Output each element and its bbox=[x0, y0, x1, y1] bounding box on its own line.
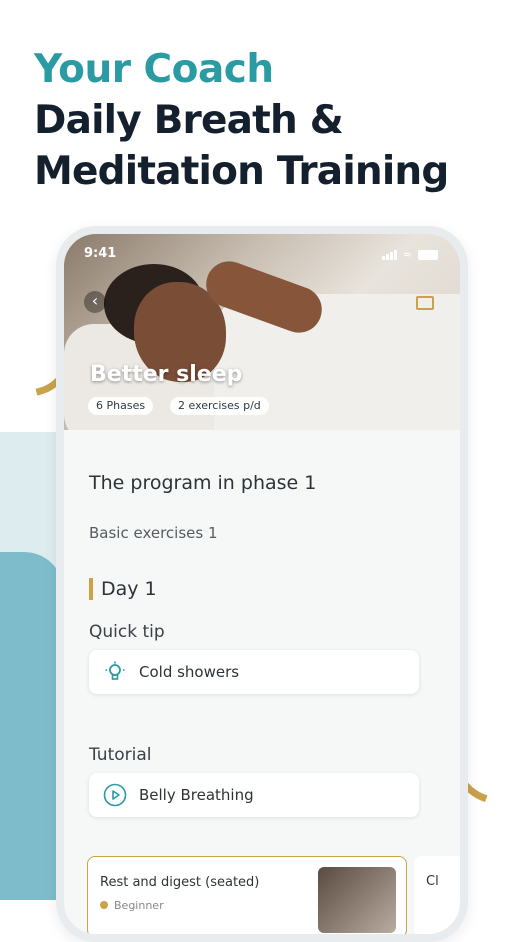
headline-line-2: Daily Breath & bbox=[34, 98, 344, 143]
exercise-title-next: Cl bbox=[426, 874, 439, 889]
headline-line-3: Meditation Training bbox=[34, 149, 449, 194]
tutorial-text: Belly Breathing bbox=[139, 786, 254, 804]
back-button[interactable]: ‹ bbox=[84, 291, 106, 313]
level-dot bbox=[100, 901, 108, 909]
program-title: Better sleep bbox=[90, 362, 243, 387]
section-subtitle: Basic exercises 1 bbox=[89, 524, 218, 542]
exercise-level: Beginner bbox=[114, 899, 164, 912]
battery-icon bbox=[418, 249, 438, 260]
tutorial-card[interactable]: Belly Breathing bbox=[89, 773, 419, 817]
exercise-thumbnail bbox=[318, 867, 396, 933]
phases-chip: 6 Phases bbox=[88, 397, 154, 415]
quick-tip-label: Quick tip bbox=[89, 622, 165, 642]
section-title: The program in phase 1 bbox=[89, 472, 317, 494]
chevron-left-icon: ‹ bbox=[91, 291, 99, 310]
exercise-card-next[interactable]: Cl bbox=[414, 856, 460, 934]
status-icons: ≈ bbox=[381, 248, 438, 261]
exercise-title: Rest and digest (seated) bbox=[100, 875, 260, 890]
exercise-card[interactable]: Rest and digest (seated) Beginner bbox=[87, 856, 407, 934]
play-circle-icon bbox=[103, 783, 127, 807]
signal-icon bbox=[381, 249, 397, 260]
quick-tip-text: Cold showers bbox=[139, 663, 240, 681]
headline: Your Coach Daily Breath & Meditation Tra… bbox=[34, 44, 449, 197]
lightbulb-icon bbox=[103, 660, 127, 684]
wifi-icon: ≈ bbox=[402, 248, 412, 261]
tutorial-label: Tutorial bbox=[89, 745, 152, 765]
day-label: Day 1 bbox=[89, 578, 157, 600]
headline-accent: Your Coach bbox=[34, 47, 274, 92]
quick-tip-card[interactable]: Cold showers bbox=[89, 650, 419, 694]
exercises-chip: 2 exercises p/d bbox=[170, 397, 269, 415]
status-time: 9:41 bbox=[84, 246, 117, 261]
hero-image: 9:41 ≈ ‹ Better sleep 6 Phases 2 exercis… bbox=[64, 234, 460, 430]
phone-frame: 9:41 ≈ ‹ Better sleep 6 Phases 2 exercis… bbox=[56, 226, 468, 942]
premium-crown-icon bbox=[416, 296, 434, 310]
background-band-teal bbox=[0, 552, 64, 900]
